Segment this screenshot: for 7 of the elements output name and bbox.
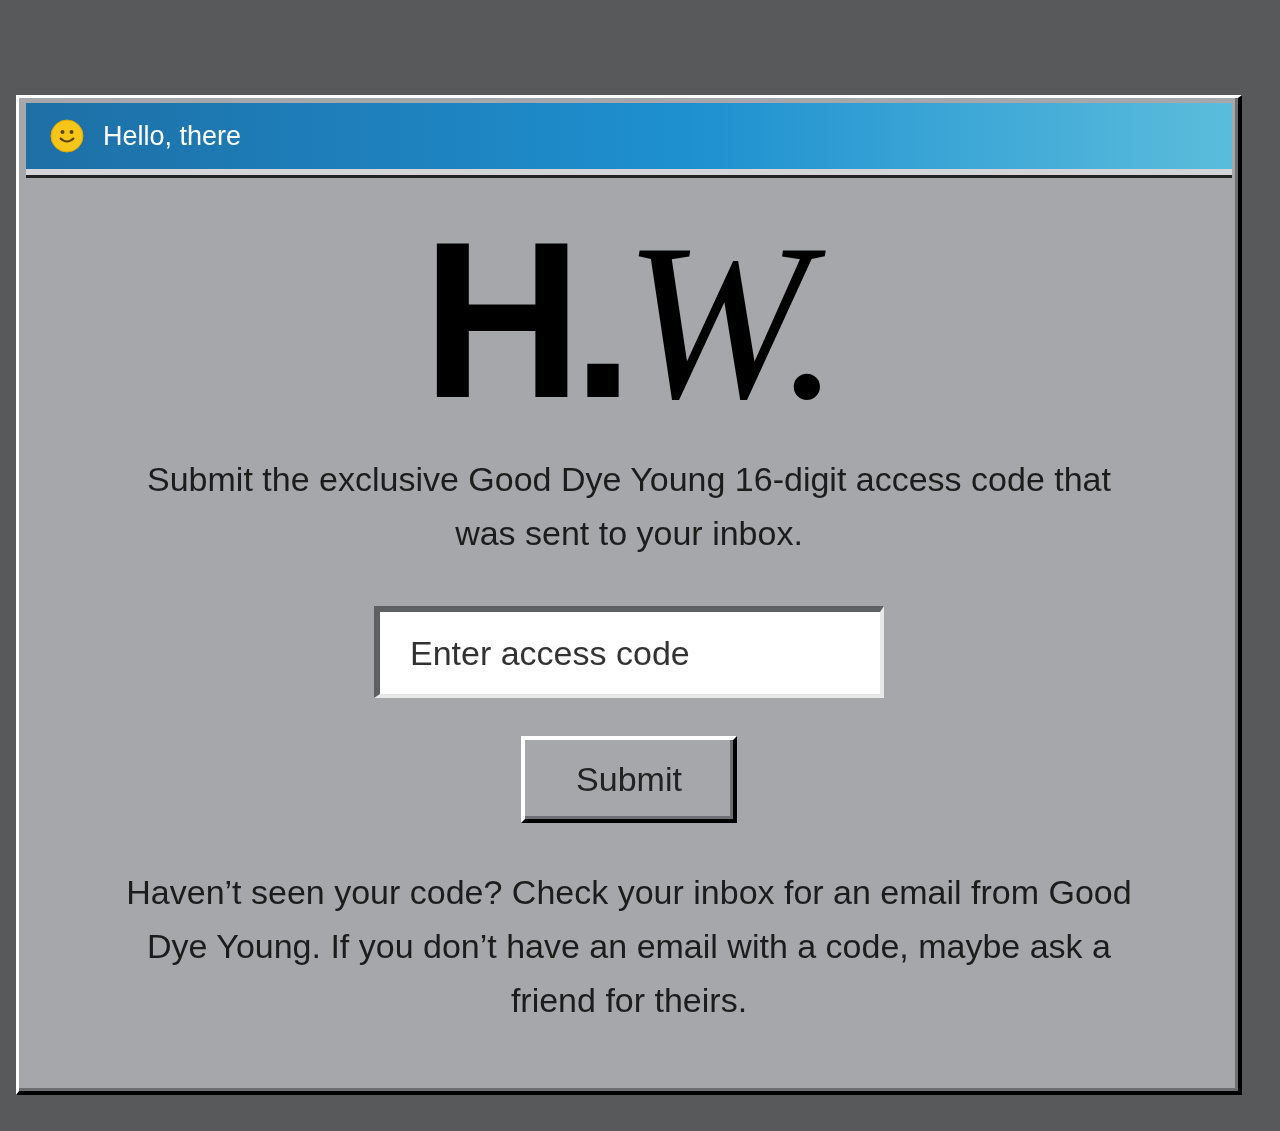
window-title: Hello, there <box>103 120 242 152</box>
smiley-icon <box>50 119 84 153</box>
instruction-text: Submit the exclusive Good Dye Young 16-digit access code that was sent to your inbox. <box>146 459 1112 554</box>
access-code-field[interactable]: Enter access code <box>374 606 884 698</box>
help-text: Haven’t seen your code? Check your inbox for an email from Good Dye Young. If you don’t have an email with a code, maybe ask a friend for theirs. <box>125 872 1133 1021</box>
logo: H.W. <box>421 235 837 410</box>
submit-button[interactable]: Submit <box>521 736 737 823</box>
